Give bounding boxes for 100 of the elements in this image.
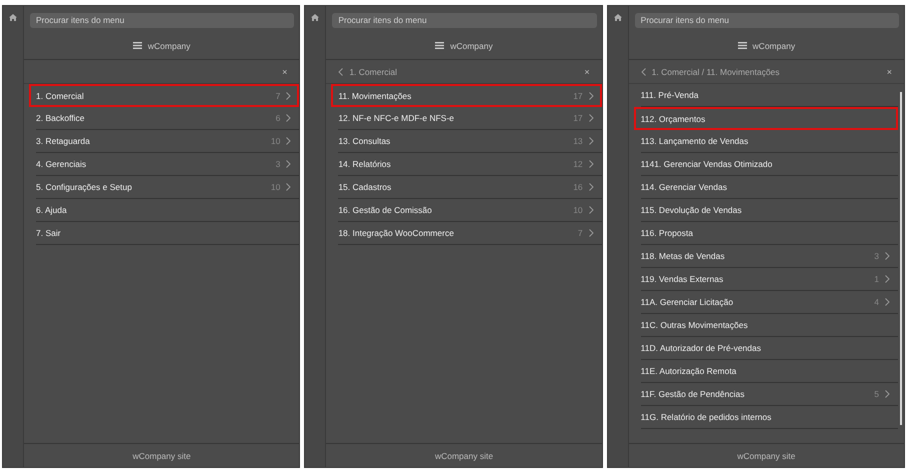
menu-item-label: 4. Gerenciais: [36, 159, 88, 169]
brand-name: wCompany: [148, 40, 190, 50]
menu-item-label: 14. Relatórios: [338, 159, 392, 169]
menu-item-label: 2. Backoffice: [36, 113, 86, 123]
menu-item-label: 11D. Autorizador de Pré-vendas: [640, 343, 762, 353]
menu-item[interactable]: 15. Cadastros 16: [338, 176, 602, 199]
chevron-right-icon: [286, 160, 292, 168]
menu-item-label: 112. Orçamentos: [640, 114, 706, 124]
item-count: 5: [874, 389, 879, 399]
menu-item[interactable]: 11D. Autorizador de Pré-vendas: [640, 337, 898, 360]
menu-item[interactable]: 16. Gestão de Comissão 10: [338, 199, 602, 222]
close-button[interactable]: ×: [886, 66, 892, 76]
item-count: 13: [573, 136, 583, 146]
chevron-right-icon: [884, 298, 890, 306]
menu-item-label: 6. Ajuda: [36, 205, 68, 215]
menu-item[interactable]: 11G. Relatório de pedidos internos: [640, 406, 898, 429]
menu-item[interactable]: 3. Retaguarda 10: [36, 130, 300, 153]
menu-item[interactable]: 111. Pré-Venda: [640, 84, 898, 107]
search-field[interactable]: Procurar itens do menu: [332, 12, 597, 28]
menu-item-label: 3. Retaguarda: [36, 136, 91, 146]
footer-link[interactable]: wCompany site: [434, 450, 494, 460]
menu-item-label: 16. Gestão de Comissão: [338, 205, 433, 215]
chevron-right-icon: [588, 92, 594, 100]
chevron-right-icon: [588, 160, 594, 168]
menu-item[interactable]: 12. NF-e NFC-e MDF-e NFS-e 17: [338, 107, 602, 130]
chevron-left-icon[interactable]: [338, 68, 344, 76]
chevron-right-icon: [286, 114, 292, 122]
chevron-right-icon: [588, 229, 594, 237]
close-button[interactable]: ×: [282, 66, 288, 76]
menu-item[interactable]: 2. Backoffice 6: [36, 107, 300, 130]
footer-link[interactable]: wCompany site: [132, 450, 191, 460]
menu-item[interactable]: 7. Sair: [36, 222, 300, 245]
item-count: 4: [874, 297, 879, 307]
menu-item[interactable]: 114. Gerenciar Vendas: [640, 176, 898, 199]
menu-item[interactable]: 118. Metas de Vendas 3: [640, 245, 898, 268]
menu-icon[interactable]: [738, 42, 747, 49]
close-button[interactable]: ×: [584, 66, 590, 76]
chevron-right-icon: [588, 137, 594, 145]
footer-link[interactable]: wCompany site: [737, 450, 796, 460]
menu-item-label: 113. Lançamento de Vendas: [640, 136, 750, 146]
menu-item[interactable]: 5. Configurações e Setup 10: [36, 176, 300, 199]
menu-item[interactable]: 6. Ajuda: [36, 199, 300, 222]
menu-icon[interactable]: [132, 42, 142, 49]
menu-item-label: 1. Comercial: [36, 90, 85, 100]
menu-item[interactable]: 11F. Gestão de Pendências 5: [640, 383, 898, 406]
menu-item[interactable]: 113. Lançamento de Vendas: [640, 130, 898, 153]
menu-item[interactable]: 11. Movimentações 17: [331, 84, 602, 107]
menu-item[interactable]: 4. Gerenciais 3: [36, 153, 300, 176]
chevron-right-icon: [588, 114, 594, 122]
chevron-right-icon: [286, 137, 292, 145]
chevron-right-icon: [588, 206, 594, 214]
menu-item-label: 111. Pré-Venda: [640, 90, 700, 100]
menu-item-label: 11A. Gerenciar Licitação: [640, 297, 734, 307]
menu-item[interactable]: 11C. Outras Movimentações: [640, 314, 898, 337]
item-count: 3: [874, 251, 879, 261]
menu-item-label: 12. NF-e NFC-e MDF-e NFS-e: [338, 113, 456, 123]
menu-item[interactable]: 11E. Autorização Remota: [640, 360, 898, 383]
breadcrumb[interactable]: 1. Comercial: [349, 66, 578, 76]
menu-item-label: 11E. Autorização Remota: [640, 366, 738, 376]
chevron-left-icon[interactable]: [640, 68, 646, 76]
menu-item[interactable]: 115. Devolução de Vendas: [640, 199, 898, 222]
menu-item[interactable]: 13. Consultas 13: [338, 130, 602, 153]
item-count: 1: [874, 274, 879, 284]
home-icon[interactable]: [9, 14, 17, 21]
breadcrumb[interactable]: 1. Comercial / 11. Movimentações: [652, 66, 881, 76]
chevron-right-icon: [286, 92, 292, 100]
item-count: 7: [578, 228, 583, 238]
menu-item[interactable]: 119. Vendas Externas 1: [640, 268, 898, 291]
item-count: 12: [573, 159, 583, 169]
menu-item[interactable]: 11A. Gerenciar Licitação 4: [640, 291, 898, 314]
menu-item-label: 11F. Gestão de Pendências: [640, 389, 746, 399]
item-count: 17: [573, 90, 583, 100]
brand-name: wCompany: [752, 40, 796, 50]
menu-item[interactable]: 112. Orçamentos: [634, 107, 898, 130]
menu-item[interactable]: 116. Proposta: [640, 222, 898, 245]
menu-item-label: 18. Integração WooCommerce: [338, 228, 455, 238]
menu-item-label: 115. Devolução de Vendas: [640, 205, 743, 215]
menu-icon[interactable]: [435, 42, 444, 49]
menu-item[interactable]: 14. Relatórios 12: [338, 153, 602, 176]
chevron-right-icon: [884, 275, 890, 283]
menu-item-label: 118. Metas de Vendas: [640, 251, 726, 261]
menu-item[interactable]: 1141. Gerenciar Vendas Otimizado: [640, 153, 898, 176]
menu-item-label: 119. Vendas Externas: [640, 274, 724, 284]
menu-item-label: 114. Gerenciar Vendas: [640, 182, 728, 192]
chevron-right-icon: [588, 183, 594, 191]
home-icon[interactable]: [311, 14, 320, 21]
chevron-right-icon: [286, 183, 292, 191]
item-count: 10: [270, 182, 280, 192]
search-field[interactable]: Procurar itens do menu: [30, 12, 294, 28]
menu-item-label: 1141. Gerenciar Vendas Otimizado: [640, 159, 774, 169]
item-count: 16: [573, 182, 583, 192]
home-icon[interactable]: [614, 14, 622, 21]
menu-item[interactable]: 18. Integração WooCommerce 7: [338, 222, 602, 245]
scrollbar[interactable]: [900, 92, 902, 425]
item-count: 10: [573, 205, 583, 215]
menu-item-label: 116. Proposta: [640, 228, 694, 238]
search-field[interactable]: Procurar itens do menu: [634, 12, 899, 28]
menu-item[interactable]: 1. Comercial 7: [29, 84, 300, 107]
item-count: 6: [276, 113, 280, 123]
menu-item-label: 13. Consultas: [338, 136, 392, 146]
